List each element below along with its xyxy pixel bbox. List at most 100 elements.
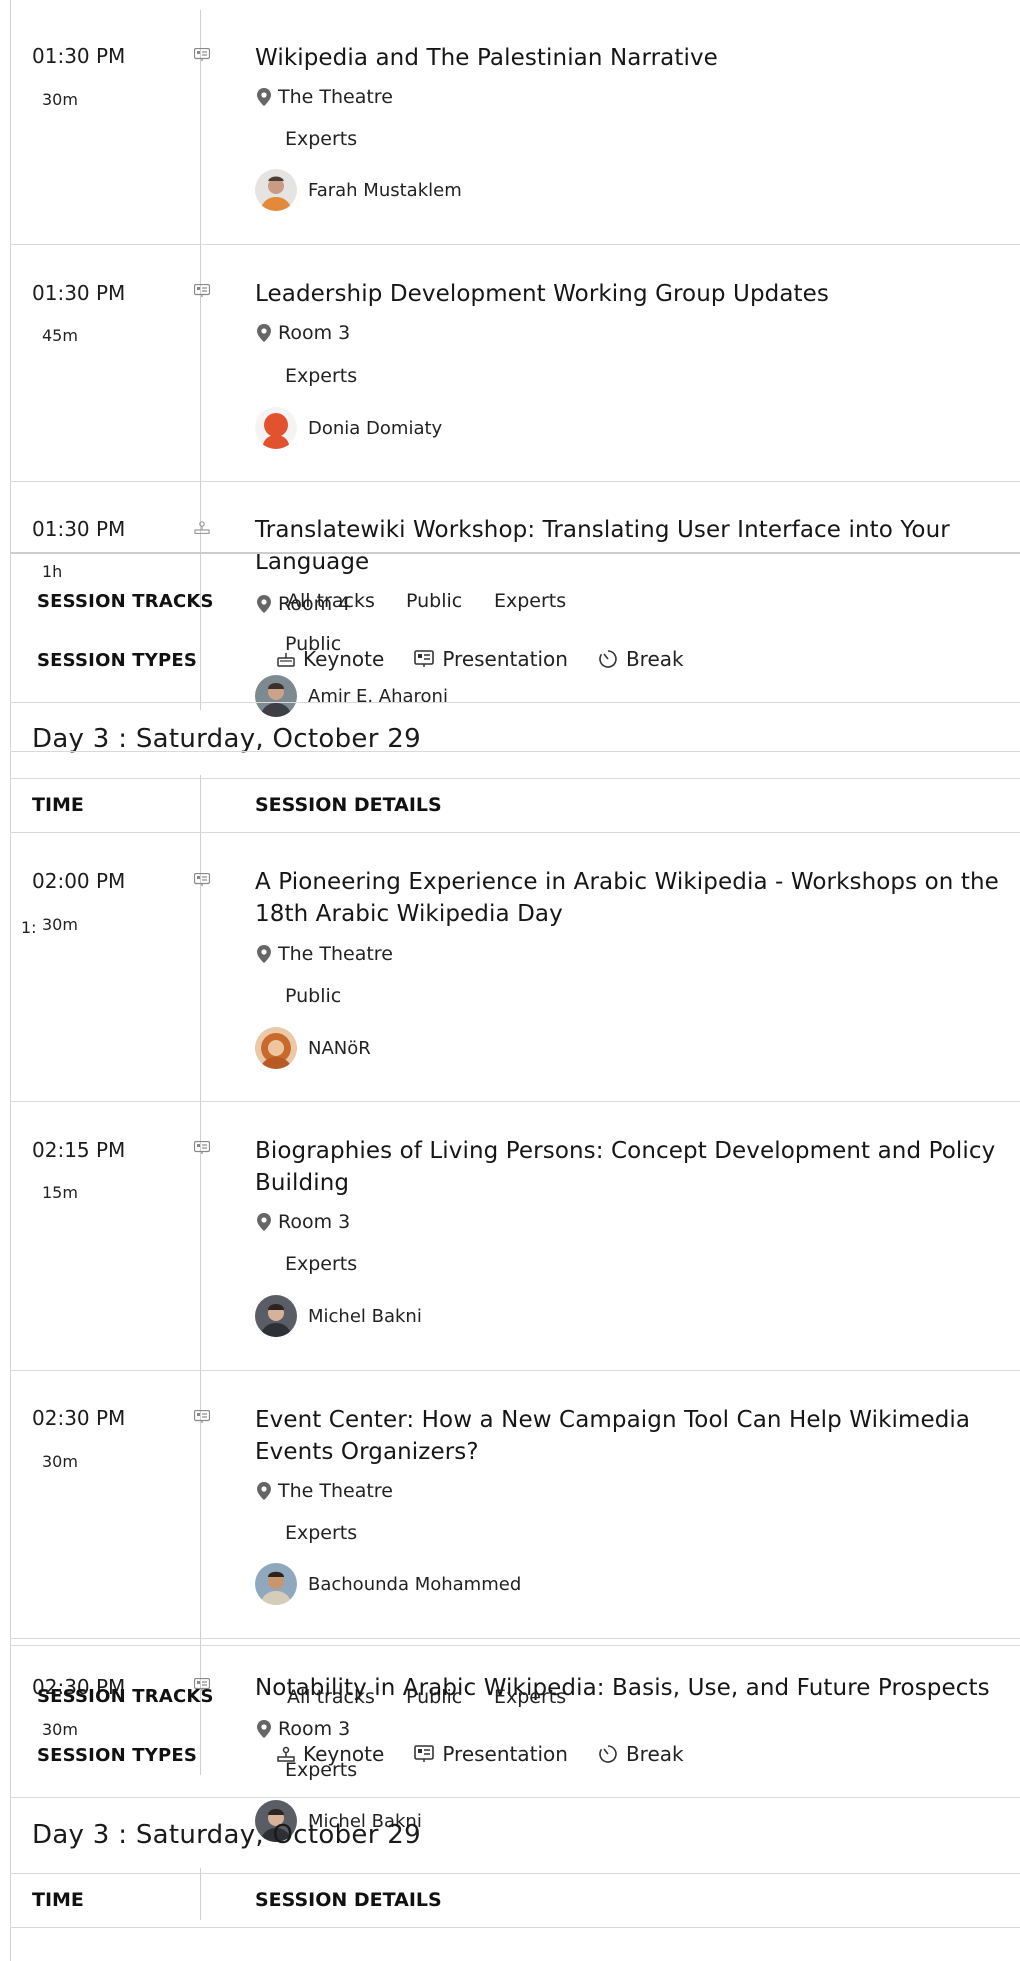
location-label: The Theatre xyxy=(278,1480,393,1502)
session-time: 02:00 PM xyxy=(32,869,126,893)
filter-bar-top-border xyxy=(10,552,1020,554)
timeline-line xyxy=(200,775,201,1775)
speaker-avatar xyxy=(255,1295,297,1337)
type-filter-keynote[interactable]: Keynote xyxy=(277,1742,384,1766)
location-label: The Theatre xyxy=(278,943,393,965)
type-filter-presentation[interactable]: Presentation xyxy=(414,647,568,671)
presentation-icon xyxy=(414,650,435,667)
session-location: The Theatre xyxy=(257,86,393,108)
speaker-avatar xyxy=(255,407,297,449)
location-pin-icon xyxy=(257,595,271,613)
speaker[interactable]: Donia Domiaty xyxy=(255,407,442,449)
row-divider xyxy=(10,1927,1020,1928)
session-time: 02:30 PM xyxy=(32,1406,126,1430)
type-filter-presentation[interactable]: Presentation xyxy=(414,1742,568,1766)
speaker-name: Michel Bakni xyxy=(308,1305,422,1327)
column-header-time: TIME xyxy=(32,794,84,816)
presentation-icon xyxy=(194,1141,210,1154)
session-location: The Theatre xyxy=(257,1480,393,1502)
break-icon xyxy=(599,650,617,668)
row-divider xyxy=(10,702,1020,703)
speaker-avatar xyxy=(255,1027,297,1069)
session-type-filters: Keynote Presentation Break xyxy=(277,647,714,671)
location-label: The Theatre xyxy=(278,86,393,108)
speaker[interactable]: Amir E. Aharoni xyxy=(255,675,448,717)
session-time: 01:30 PM xyxy=(32,517,126,541)
session-duration: 30m xyxy=(42,90,78,109)
speaker-name: Bachounda Mohammed xyxy=(308,1573,522,1595)
session-duration: 45m xyxy=(42,326,78,345)
break-icon xyxy=(599,1745,617,1763)
session-title[interactable]: Wikipedia and The Palestinian Narrative xyxy=(255,42,1015,74)
track-filter-experts[interactable]: Experts xyxy=(494,1686,566,1708)
session-tracks-label: SESSION TRACKS xyxy=(37,591,214,612)
speaker[interactable]: Bachounda Mohammed xyxy=(255,1563,521,1605)
session-title[interactable]: Event Center: How a New Campaign Tool Ca… xyxy=(255,1404,1015,1468)
track-filter-all[interactable]: All tracks xyxy=(287,590,375,612)
type-filter-label: Break xyxy=(625,1742,684,1766)
keynote-icon xyxy=(194,521,210,534)
session-title[interactable]: Translatewiki Workshop: Translating User… xyxy=(255,514,1015,578)
session-duration: 15m xyxy=(42,1183,78,1202)
row-divider xyxy=(10,1638,1020,1639)
stray-time-fragment: 1: xyxy=(21,918,37,937)
location-pin-icon xyxy=(257,324,271,342)
speaker-avatar xyxy=(255,675,297,717)
track-filter-public[interactable]: Public xyxy=(406,1686,462,1708)
track-filter-experts[interactable]: Experts xyxy=(494,590,566,612)
speaker-name: Amir E. Aharoni xyxy=(308,685,448,707)
column-header-session-details: SESSION DETAILS xyxy=(255,794,442,816)
session-types-label: SESSION TYPES xyxy=(37,1745,198,1766)
type-filter-label: Break xyxy=(625,647,684,671)
speaker[interactable]: Farah Mustaklem xyxy=(255,169,462,211)
presentation-icon xyxy=(194,48,210,61)
row-divider xyxy=(10,244,1020,245)
session-title[interactable]: Leadership Development Working Group Upd… xyxy=(255,278,1015,310)
row-divider xyxy=(10,832,1020,833)
row-divider xyxy=(10,1873,1020,1874)
type-filter-keynote[interactable]: Keynote xyxy=(277,647,384,671)
location-label: Room 3 xyxy=(278,322,351,344)
session-location: Room 3 xyxy=(257,322,350,344)
speaker-name: Donia Domiaty xyxy=(308,417,443,439)
session-duration: 30m xyxy=(42,915,78,934)
row-divider xyxy=(10,751,1020,752)
speaker-name: Farah Mustaklem xyxy=(308,179,462,201)
session-track: Experts xyxy=(285,128,358,150)
type-filter-break[interactable]: Break xyxy=(598,1742,684,1766)
session-time: 01:30 PM xyxy=(32,281,126,305)
location-pin-icon xyxy=(257,1482,271,1500)
day-heading: Day 3 : Saturday, October 29 xyxy=(32,724,421,754)
presentation-icon xyxy=(194,873,210,886)
type-filter-label: Keynote xyxy=(303,647,385,671)
location-pin-icon xyxy=(257,88,271,106)
row-divider xyxy=(10,481,1020,482)
session-location: Room 3 xyxy=(257,1718,350,1740)
row-divider xyxy=(10,1797,1020,1798)
type-filter-break[interactable]: Break xyxy=(598,647,684,671)
session-title[interactable]: Biographies of Living Persons: Concept D… xyxy=(255,1135,1015,1199)
location-pin-icon xyxy=(257,945,271,963)
track-filter-all[interactable]: All tracks xyxy=(287,1686,375,1708)
session-track: Experts xyxy=(285,1253,358,1275)
row-divider xyxy=(10,778,1020,779)
day-heading: Day 3 : Saturday, October 29 xyxy=(32,1820,421,1850)
left-border xyxy=(10,0,11,1961)
speaker[interactable]: Michel Bakni xyxy=(255,1295,422,1337)
session-duration: 30m xyxy=(42,1720,78,1739)
timeline-line xyxy=(200,1868,201,1920)
keynote-icon xyxy=(277,653,295,667)
type-filter-label: Keynote xyxy=(303,1742,385,1766)
location-label: Room 3 xyxy=(278,1211,351,1233)
session-title[interactable]: A Pioneering Experience in Arabic Wikipe… xyxy=(255,866,1015,930)
session-time: 02:15 PM xyxy=(32,1138,126,1162)
speaker-avatar xyxy=(255,169,297,211)
session-type-filters: Keynote Presentation Break xyxy=(277,1742,714,1766)
column-header-session-details: SESSION DETAILS xyxy=(255,1889,442,1911)
keynote-icon xyxy=(277,1746,295,1762)
track-filter-public[interactable]: Public xyxy=(406,590,462,612)
speaker[interactable]: NANöR xyxy=(255,1027,371,1069)
type-filter-label: Presentation xyxy=(442,647,568,671)
session-track: Experts xyxy=(285,365,358,387)
location-pin-icon xyxy=(257,1720,271,1738)
